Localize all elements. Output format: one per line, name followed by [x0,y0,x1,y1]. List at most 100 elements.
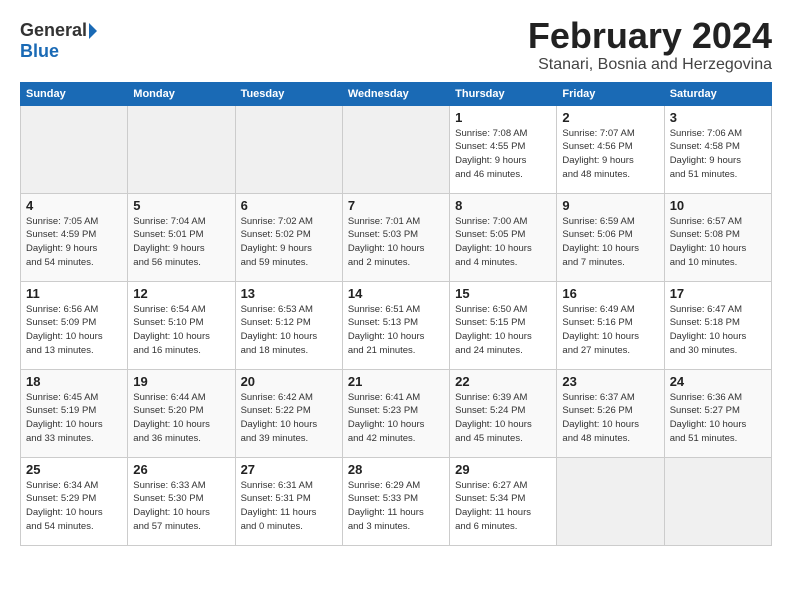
calendar-cell: 11Sunrise: 6:56 AM Sunset: 5:09 PM Dayli… [21,281,128,369]
calendar-cell: 27 Sunrise: 6:31 AM Sunset: 5:31 PM Dayli… [235,457,342,545]
day-info: Sunrise: 7:05 AM Sunset: 4:59 PM Dayligh… [26,215,122,270]
weekday-header-wednesday: Wednesday [342,82,449,105]
day-number: 25 [26,462,122,477]
day-info: Sunrise: 6:49 AM Sunset: 5:16 PM Dayligh… [562,303,658,358]
logo-general: General [20,20,87,40]
calendar-cell: 26 Sunrise: 6:33 AM Sunset: 5:30 PM Dayli… [128,457,235,545]
day-info: Sunrise: 6:27 AM Sunset: 5:34 PM Dayligh… [455,479,551,534]
calendar-cell: 19 Sunrise: 6:44 AM Sunset: 5:20 PM Dayli… [128,369,235,457]
calendar-cell: 3 Sunrise: 7:06 AM Sunset: 4:58 PM Daylig… [664,105,771,193]
calendar-cell: 1Sunrise: 7:08 AM Sunset: 4:55 PM Daylig… [450,105,557,193]
calendar-week-0: 1Sunrise: 7:08 AM Sunset: 4:55 PM Daylig… [21,105,772,193]
day-info: Sunrise: 7:02 AM Sunset: 5:02 PM Dayligh… [241,215,337,270]
logo-blue: Blue [20,41,59,61]
calendar-week-4: 25Sunrise: 6:34 AM Sunset: 5:29 PM Dayli… [21,457,772,545]
calendar-cell: 8 Sunrise: 7:00 AM Sunset: 5:05 PM Daylig… [450,193,557,281]
day-number: 12 [133,286,229,301]
calendar-cell: 18 Sunrise: 6:45 AM Sunset: 5:19 PM Dayli… [21,369,128,457]
day-info: Sunrise: 6:41 AM Sunset: 5:23 PM Dayligh… [348,391,444,446]
calendar-cell: 9 Sunrise: 6:59 AM Sunset: 5:06 PM Daylig… [557,193,664,281]
calendar-cell: 21 Sunrise: 6:41 AM Sunset: 5:23 PM Dayli… [342,369,449,457]
calendar-cell: 24 Sunrise: 6:36 AM Sunset: 5:27 PM Dayli… [664,369,771,457]
day-number: 14 [348,286,444,301]
weekday-header-tuesday: Tuesday [235,82,342,105]
day-number: 21 [348,374,444,389]
day-info: Sunrise: 7:00 AM Sunset: 5:05 PM Dayligh… [455,215,551,270]
calendar-cell [128,105,235,193]
calendar-week-2: 11Sunrise: 6:56 AM Sunset: 5:09 PM Dayli… [21,281,772,369]
day-info: Sunrise: 6:50 AM Sunset: 5:15 PM Dayligh… [455,303,551,358]
day-number: 22 [455,374,551,389]
day-number: 26 [133,462,229,477]
day-info: Sunrise: 7:07 AM Sunset: 4:56 PM Dayligh… [562,127,658,182]
day-number: 23 [562,374,658,389]
calendar-cell: 15 Sunrise: 6:50 AM Sunset: 5:15 PM Dayli… [450,281,557,369]
day-info: Sunrise: 6:57 AM Sunset: 5:08 PM Dayligh… [670,215,766,270]
logo: General Blue [20,20,107,62]
day-number: 4 [26,198,122,213]
calendar-cell: 10Sunrise: 6:57 AM Sunset: 5:08 PM Dayli… [664,193,771,281]
day-number: 7 [348,198,444,213]
day-number: 17 [670,286,766,301]
calendar-cell: 17 Sunrise: 6:47 AM Sunset: 5:18 PM Dayli… [664,281,771,369]
location: Stanari, Bosnia and Herzegovina [20,56,772,74]
day-number: 18 [26,374,122,389]
day-info: Sunrise: 6:29 AM Sunset: 5:33 PM Dayligh… [348,479,444,534]
day-info: Sunrise: 6:54 AM Sunset: 5:10 PM Dayligh… [133,303,229,358]
weekday-header-saturday: Saturday [664,82,771,105]
day-number: 13 [241,286,337,301]
calendar-cell [235,105,342,193]
day-info: Sunrise: 6:56 AM Sunset: 5:09 PM Dayligh… [26,303,122,358]
day-info: Sunrise: 6:51 AM Sunset: 5:13 PM Dayligh… [348,303,444,358]
day-number: 9 [562,198,658,213]
calendar-cell [21,105,128,193]
calendar-cell: 5Sunrise: 7:04 AM Sunset: 5:01 PM Daylig… [128,193,235,281]
day-number: 3 [670,110,766,125]
calendar-cell: 4 Sunrise: 7:05 AM Sunset: 4:59 PM Daylig… [21,193,128,281]
day-info: Sunrise: 7:06 AM Sunset: 4:58 PM Dayligh… [670,127,766,182]
calendar-cell: 6Sunrise: 7:02 AM Sunset: 5:02 PM Daylig… [235,193,342,281]
calendar-cell: 29Sunrise: 6:27 AM Sunset: 5:34 PM Dayli… [450,457,557,545]
calendar-body: 1Sunrise: 7:08 AM Sunset: 4:55 PM Daylig… [21,105,772,545]
day-info: Sunrise: 6:31 AM Sunset: 5:31 PM Dayligh… [241,479,337,534]
day-info: Sunrise: 6:45 AM Sunset: 5:19 PM Dayligh… [26,391,122,446]
day-info: Sunrise: 6:33 AM Sunset: 5:30 PM Dayligh… [133,479,229,534]
calendar-week-3: 18 Sunrise: 6:45 AM Sunset: 5:19 PM Dayli… [21,369,772,457]
calendar-cell: 28Sunrise: 6:29 AM Sunset: 5:33 PM Dayli… [342,457,449,545]
weekday-row: SundayMondayTuesdayWednesdayThursdayFrid… [21,82,772,105]
calendar-cell: 14 Sunrise: 6:51 AM Sunset: 5:13 PM Dayli… [342,281,449,369]
calendar-cell [664,457,771,545]
month-title: February 2024 [20,16,772,56]
calendar-cell: 23 Sunrise: 6:37 AM Sunset: 5:26 PM Dayli… [557,369,664,457]
day-number: 8 [455,198,551,213]
weekday-header-sunday: Sunday [21,82,128,105]
calendar-cell: 20 Sunrise: 6:42 AM Sunset: 5:22 PM Dayli… [235,369,342,457]
weekday-header-thursday: Thursday [450,82,557,105]
day-number: 15 [455,286,551,301]
calendar-cell: 2Sunrise: 7:07 AM Sunset: 4:56 PM Daylig… [557,105,664,193]
day-number: 24 [670,374,766,389]
calendar-cell: 16Sunrise: 6:49 AM Sunset: 5:16 PM Dayli… [557,281,664,369]
day-info: Sunrise: 7:04 AM Sunset: 5:01 PM Dayligh… [133,215,229,270]
calendar-cell [557,457,664,545]
day-number: 27 [241,462,337,477]
page: General Blue February 2024 Stanari, Bosn… [0,0,792,612]
day-info: Sunrise: 6:59 AM Sunset: 5:06 PM Dayligh… [562,215,658,270]
calendar-cell: 25Sunrise: 6:34 AM Sunset: 5:29 PM Dayli… [21,457,128,545]
page-header: General Blue February 2024 Stanari, Bosn… [20,16,772,82]
day-number: 19 [133,374,229,389]
day-info: Sunrise: 7:01 AM Sunset: 5:03 PM Dayligh… [348,215,444,270]
day-number: 20 [241,374,337,389]
day-info: Sunrise: 6:44 AM Sunset: 5:20 PM Dayligh… [133,391,229,446]
day-info: Sunrise: 6:42 AM Sunset: 5:22 PM Dayligh… [241,391,337,446]
day-info: Sunrise: 7:08 AM Sunset: 4:55 PM Dayligh… [455,127,551,182]
calendar-week-1: 4 Sunrise: 7:05 AM Sunset: 4:59 PM Daylig… [21,193,772,281]
day-info: Sunrise: 6:37 AM Sunset: 5:26 PM Dayligh… [562,391,658,446]
calendar-cell: 22Sunrise: 6:39 AM Sunset: 5:24 PM Dayli… [450,369,557,457]
calendar-table: SundayMondayTuesdayWednesdayThursdayFrid… [20,82,772,546]
day-info: Sunrise: 6:36 AM Sunset: 5:27 PM Dayligh… [670,391,766,446]
day-info: Sunrise: 6:47 AM Sunset: 5:18 PM Dayligh… [670,303,766,358]
calendar-cell: 12 Sunrise: 6:54 AM Sunset: 5:10 PM Dayli… [128,281,235,369]
calendar-cell [342,105,449,193]
calendar-header: SundayMondayTuesdayWednesdayThursdayFrid… [21,82,772,105]
